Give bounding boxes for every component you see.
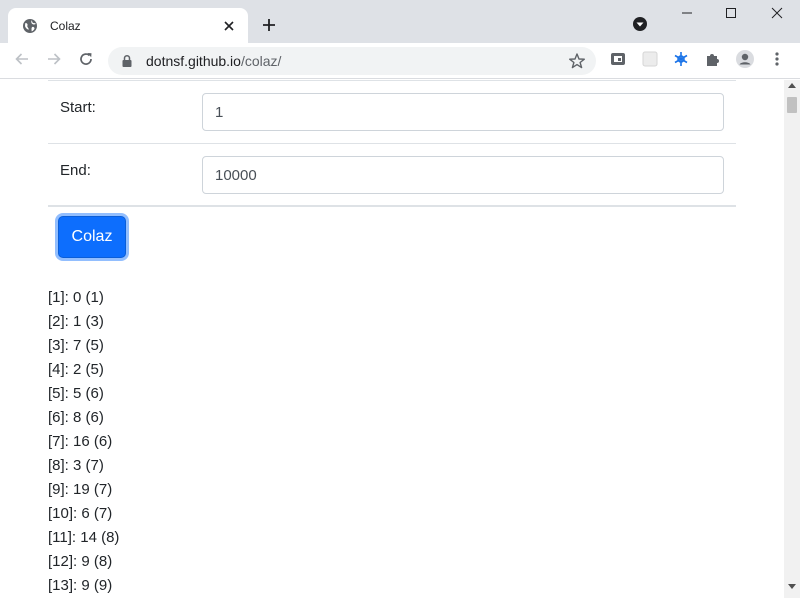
menu-icon	[774, 51, 780, 72]
result-line: [11]: 14 (8)	[48, 529, 120, 546]
maximize-button[interactable]	[708, 0, 754, 30]
url-host: dotnsf.github.io	[146, 53, 241, 69]
plus-icon	[262, 18, 276, 37]
result-line: [3]: 7 (5)	[48, 337, 104, 354]
star-icon[interactable]	[568, 52, 586, 70]
end-label: End:	[60, 162, 91, 179]
result-line: [4]: 2 (5)	[48, 361, 104, 378]
back-button[interactable]	[8, 47, 36, 75]
globe-icon	[22, 18, 38, 34]
browser-tab[interactable]: Colaz	[8, 8, 248, 43]
extension-icon	[609, 50, 627, 73]
url-text: dotnsf.github.io/colaz/	[146, 53, 281, 69]
minimize-button[interactable]	[664, 0, 710, 30]
result-line: [12]: 9 (8)	[48, 553, 113, 570]
result-line: [1]: 0 (1)	[48, 289, 104, 306]
scroll-down-arrow[interactable]	[784, 584, 800, 596]
maximize-icon	[725, 6, 737, 24]
back-icon	[14, 51, 30, 72]
extension-icon	[672, 50, 690, 73]
result-line: [9]: 19 (7)	[48, 481, 113, 498]
result-line: [5]: 5 (6)	[48, 385, 104, 402]
reload-icon	[78, 51, 94, 72]
tab-strip: Colaz	[0, 0, 800, 43]
result-line: [2]: 1 (3)	[48, 313, 104, 330]
close-icon[interactable]	[220, 17, 238, 35]
tab-search-button[interactable]	[630, 16, 650, 36]
window-close-icon	[771, 6, 783, 24]
result-line: [13]: 9 (9)	[48, 577, 113, 594]
window-close-button[interactable]	[754, 0, 800, 30]
start-label: Start:	[60, 99, 96, 116]
profile-button[interactable]	[734, 49, 756, 74]
tab-search-icon	[632, 16, 648, 37]
extension-button-1[interactable]	[607, 50, 629, 72]
profile-icon	[735, 49, 755, 74]
result-line: [6]: 8 (6)	[48, 409, 104, 426]
extension-icon	[641, 50, 659, 73]
url-path: /colaz/	[240, 53, 282, 69]
result-line: [7]: 16 (6)	[48, 433, 113, 450]
range-form: Start: End:	[48, 80, 736, 207]
extension-button-3[interactable]	[670, 50, 692, 72]
extension-button-2[interactable]	[639, 50, 661, 72]
vertical-scrollbar[interactable]	[784, 80, 800, 598]
end-row: End:	[48, 144, 736, 207]
result-line: [8]: 3 (7)	[48, 457, 104, 474]
results-list: [1]: 0 (1) [2]: 1 (3) [3]: 7 (5) [4]: 2 (5)…	[48, 286, 119, 598]
new-tab-button[interactable]	[256, 14, 282, 40]
browser-toolbar: dotnsf.github.io/colaz/	[0, 43, 800, 79]
start-row: Start:	[48, 81, 736, 144]
browser-menu-button[interactable]	[766, 50, 788, 72]
end-input[interactable]	[202, 156, 724, 194]
tab-title: Colaz	[50, 18, 81, 33]
reload-button[interactable]	[72, 47, 100, 75]
result-line: [10]: 6 (7)	[48, 505, 113, 522]
minimize-icon	[681, 6, 693, 24]
extensions-menu-button[interactable]	[702, 50, 724, 72]
lock-icon	[120, 54, 134, 68]
forward-button[interactable]	[40, 47, 68, 75]
page-viewport: Start: End: Colaz [1]: 0 (1) [2]: 1 (3) [3…	[0, 80, 784, 598]
puzzle-icon	[704, 50, 722, 73]
scroll-thumb[interactable]	[787, 97, 797, 113]
start-input[interactable]	[202, 93, 724, 131]
colaz-button[interactable]: Colaz	[58, 216, 126, 258]
forward-icon	[46, 51, 62, 72]
address-bar[interactable]: dotnsf.github.io/colaz/	[108, 47, 596, 75]
scroll-up-arrow[interactable]	[784, 82, 800, 94]
